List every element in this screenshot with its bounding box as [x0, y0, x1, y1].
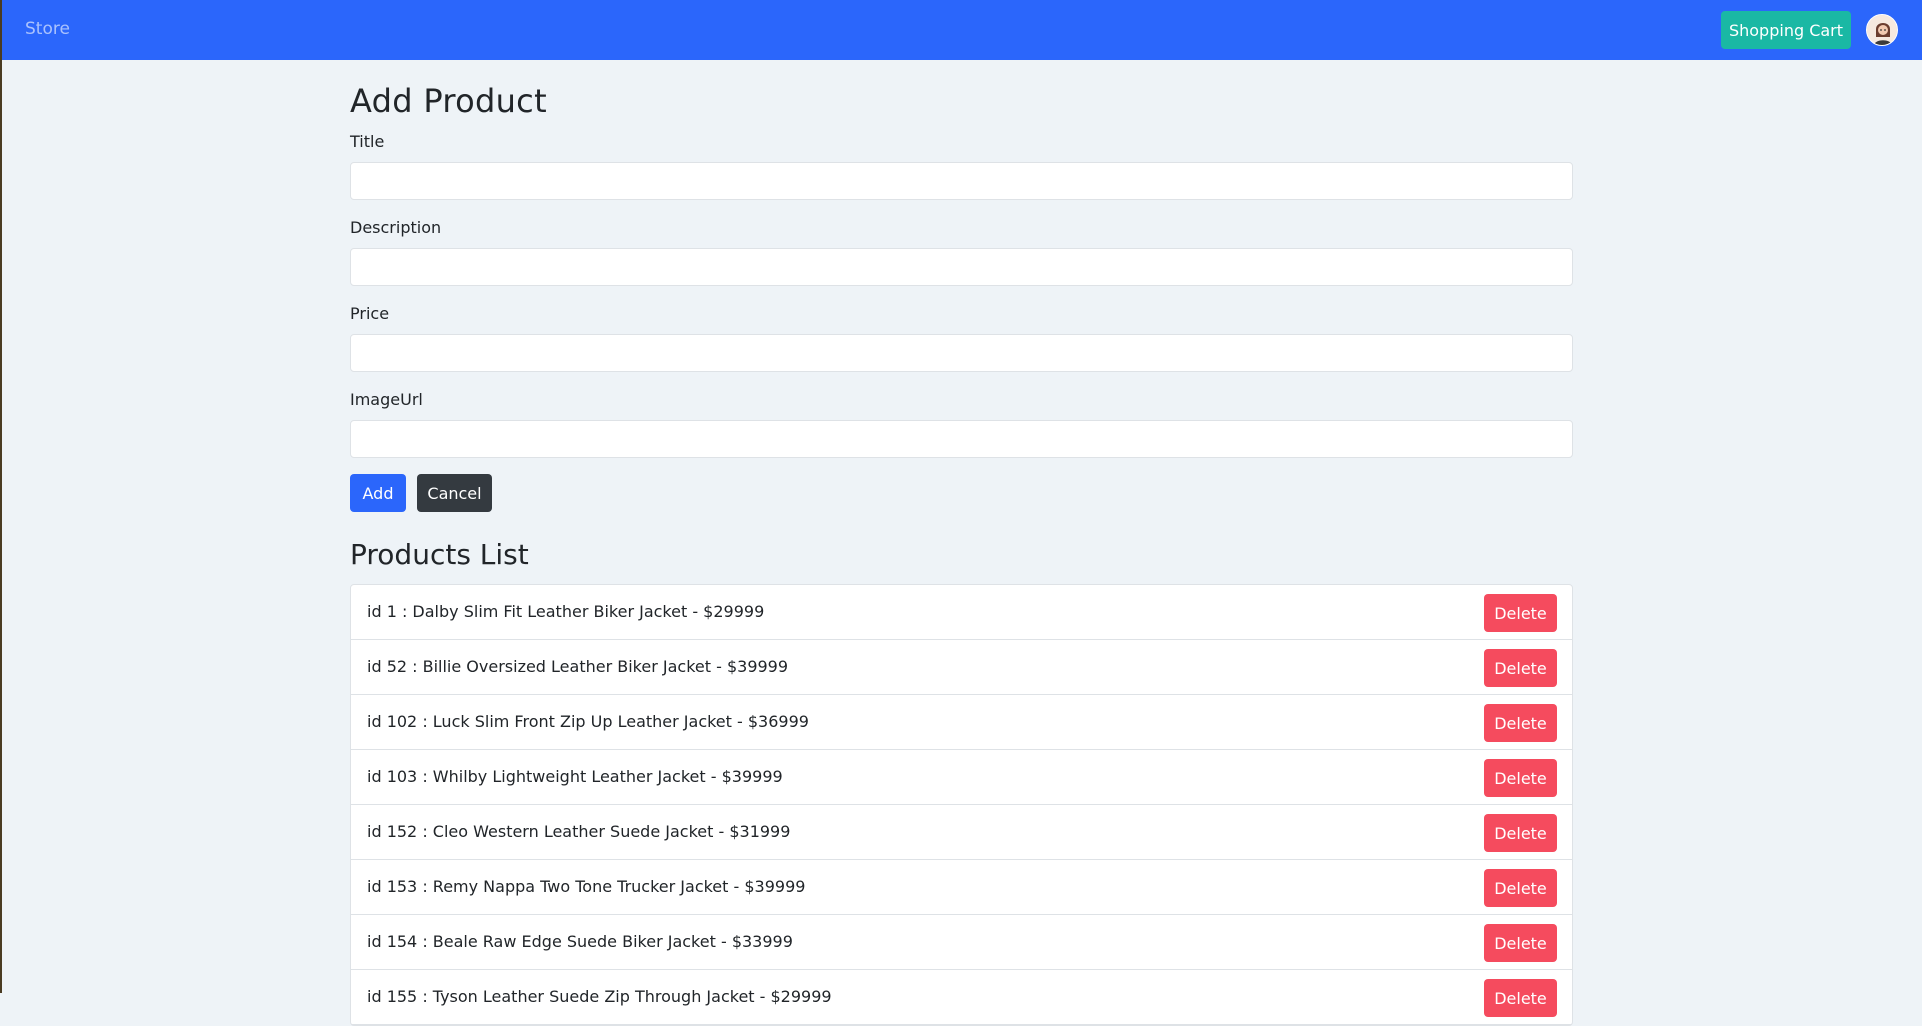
price-input[interactable]	[350, 334, 1573, 372]
cancel-button[interactable]: Cancel	[417, 474, 492, 512]
add-button[interactable]: Add	[350, 474, 406, 512]
list-item: id 102 : Luck Slim Front Zip Up Leather …	[351, 695, 1572, 750]
title-label: Title	[350, 132, 385, 151]
delete-button[interactable]: Delete	[1484, 979, 1557, 1017]
product-text: id 1 : Dalby Slim Fit Leather Biker Jack…	[367, 602, 765, 621]
product-text: id 103 : Whilby Lightweight Leather Jack…	[367, 767, 783, 786]
delete-button[interactable]: Delete	[1484, 814, 1557, 852]
shopping-cart-button[interactable]: Shopping Cart	[1721, 11, 1851, 49]
window-edge	[0, 0, 2, 993]
delete-button[interactable]: Delete	[1484, 869, 1557, 907]
product-text: id 152 : Cleo Western Leather Suede Jack…	[367, 822, 791, 841]
top-navbar: Store Shopping Cart	[2, 0, 1922, 60]
list-item: id 155 : Tyson Leather Suede Zip Through…	[351, 970, 1572, 1025]
list-item: id 1 : Dalby Slim Fit Leather Biker Jack…	[351, 585, 1572, 640]
image-url-label: ImageUrl	[350, 390, 423, 409]
product-text: id 154 : Beale Raw Edge Suede Biker Jack…	[367, 932, 793, 951]
list-item: id 153 : Remy Nappa Two Tone Trucker Jac…	[351, 860, 1572, 915]
product-text: id 155 : Tyson Leather Suede Zip Through…	[367, 987, 832, 1006]
list-item: id 154 : Beale Raw Edge Suede Biker Jack…	[351, 915, 1572, 970]
price-label: Price	[350, 304, 390, 323]
delete-button[interactable]: Delete	[1484, 649, 1557, 687]
product-text: id 153 : Remy Nappa Two Tone Trucker Jac…	[367, 877, 806, 896]
list-item: id 103 : Whilby Lightweight Leather Jack…	[351, 750, 1572, 805]
list-item: id 152 : Cleo Western Leather Suede Jack…	[351, 805, 1572, 860]
description-label: Description	[350, 218, 442, 237]
user-avatar-icon[interactable]	[1866, 14, 1898, 46]
product-text: id 102 : Luck Slim Front Zip Up Leather …	[367, 712, 809, 731]
title-input[interactable]	[350, 162, 1573, 200]
page-title: Add Product	[350, 82, 547, 120]
delete-button[interactable]: Delete	[1484, 759, 1557, 797]
delete-button[interactable]: Delete	[1484, 704, 1557, 742]
products-list: id 1 : Dalby Slim Fit Leather Biker Jack…	[350, 584, 1573, 1026]
description-input[interactable]	[350, 248, 1573, 286]
delete-button[interactable]: Delete	[1484, 924, 1557, 962]
products-list-title: Products List	[350, 538, 529, 571]
product-text: id 52 : Billie Oversized Leather Biker J…	[367, 657, 789, 676]
image-url-input[interactable]	[350, 420, 1573, 458]
delete-button[interactable]: Delete	[1484, 594, 1557, 632]
brand-link[interactable]: Store	[25, 19, 70, 39]
list-item: id 52 : Billie Oversized Leather Biker J…	[351, 640, 1572, 695]
